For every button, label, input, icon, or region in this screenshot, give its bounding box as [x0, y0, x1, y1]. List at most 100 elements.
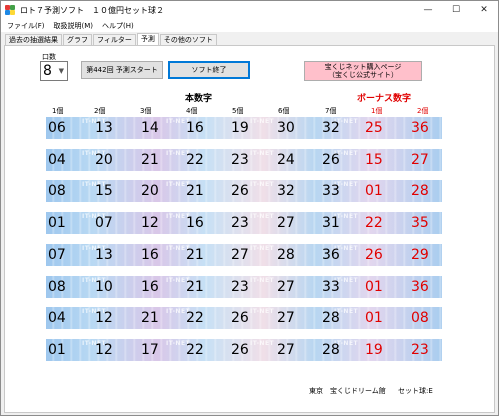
bonus-number: 01 [365, 310, 383, 327]
prediction-row: IT-NET IT-NET IT-NET IT-NET 07 13 16 21 27 28 36 26… [46, 243, 442, 266]
prediction-panel: 口数 8 ▼ 第442回 予測スタート ソフト終了 宝くじネット購入ページ （宝… [4, 45, 495, 413]
watermark: IT-NET [250, 308, 275, 316]
watermark: IT-NET [250, 213, 275, 221]
tab-other-software[interactable]: その他のソフト [159, 34, 217, 45]
main-number: 26 [322, 151, 340, 168]
main-number: 12 [95, 310, 113, 327]
tab-graph[interactable]: グラフ [63, 34, 92, 45]
watermark: IT-NET [250, 181, 275, 189]
bonus-number: 36 [411, 120, 429, 136]
bonus-number: 27 [411, 151, 429, 168]
main-column-label-7: 7個 [325, 107, 337, 115]
tab-strip: 過去の抽選結果 グラフ フィルター 予測 その他のソフト [5, 33, 218, 45]
main-number: 16 [186, 215, 204, 232]
main-number: 10 [95, 278, 113, 295]
prediction-row: IT-NET IT-NET IT-NET IT-NET 08 15 20 21 26 32 33 01… [46, 180, 442, 203]
column-labels: 1個 2個 3個 4個 5個 6個 7個 1個 2個 [5, 106, 496, 116]
main-column-label-6: 6個 [278, 107, 290, 115]
main-number: 27 [277, 278, 295, 295]
menu-help[interactable]: ヘルプ(H) [102, 21, 134, 31]
site-button-line2: （宝くじ公式サイト） [328, 71, 398, 79]
main-number: 04 [48, 151, 66, 168]
tab-prediction[interactable]: 予測 [136, 33, 159, 45]
main-number: 21 [186, 278, 204, 295]
main-number: 21 [141, 151, 159, 168]
bonus-numbers-heading: ボーナス数字 [357, 94, 412, 104]
main-number: 27 [231, 246, 249, 263]
watermark: IT-NET [250, 339, 275, 347]
watermark: IT-NET [250, 276, 275, 284]
main-column-label-2: 2個 [94, 107, 106, 115]
main-number: 23 [231, 215, 249, 232]
main-number: 23 [231, 151, 249, 168]
main-number: 20 [141, 183, 159, 200]
main-number: 21 [141, 310, 159, 327]
bonus-number: 36 [411, 278, 429, 295]
exit-software-button[interactable]: ソフト終了 [168, 61, 250, 79]
bonus-number: 29 [411, 246, 429, 263]
prediction-row: IT-NET IT-NET IT-NET IT-NET 06 13 14 16 19 30 32 25… [46, 117, 442, 139]
main-column-label-4: 4個 [186, 107, 198, 115]
main-number: 32 [322, 120, 340, 136]
minimize-button[interactable]: — [414, 1, 442, 19]
main-number: 07 [95, 215, 113, 232]
main-number: 30 [277, 120, 295, 136]
bonus-column-label-9: 2個 [417, 107, 429, 115]
window-title: ロト７予測ソフト １０億円セット球２ [20, 5, 164, 15]
main-number: 15 [95, 183, 113, 200]
main-number: 07 [48, 246, 66, 263]
main-number: 24 [277, 151, 295, 168]
main-number: 12 [95, 341, 113, 358]
main-number: 01 [48, 215, 66, 232]
bonus-column-label-8: 1個 [371, 107, 383, 115]
main-number: 19 [231, 120, 249, 136]
bonus-number: 15 [365, 151, 383, 168]
main-number: 32 [277, 183, 295, 200]
prediction-row: IT-NET IT-NET IT-NET IT-NET 01 12 17 22 26 27 28 19… [46, 338, 442, 361]
prediction-row: IT-NET IT-NET IT-NET IT-NET 01 07 12 16 23 27 31 22… [46, 212, 442, 235]
draw-location: 東京 宝くじドリーム館 [309, 387, 386, 395]
main-number: 22 [186, 341, 204, 358]
main-number: 26 [231, 341, 249, 358]
main-number: 28 [322, 310, 340, 327]
watermark: IT-NET [250, 244, 275, 252]
bonus-number: 28 [411, 183, 429, 200]
main-number: 08 [48, 183, 66, 200]
main-number: 22 [186, 310, 204, 327]
chevron-down-icon: ▼ [58, 67, 64, 75]
menu-bar: ファイル(F) 取扱説明(M) ヘルプ(H) [1, 19, 498, 32]
bonus-number: 08 [411, 310, 429, 327]
tab-filter[interactable]: フィルター [93, 34, 136, 45]
tab-past-results[interactable]: 過去の抽選結果 [5, 34, 62, 45]
menu-file[interactable]: ファイル(F) [7, 21, 45, 31]
main-numbers-heading: 本数字 [185, 94, 213, 104]
maximize-button[interactable]: ☐ [442, 1, 470, 19]
close-button[interactable]: ✕ [470, 1, 498, 19]
count-value: 8 [43, 63, 52, 79]
main-number: 04 [48, 310, 66, 327]
start-prediction-button[interactable]: 第442回 予測スタート [81, 61, 163, 79]
main-number: 36 [322, 246, 340, 263]
main-number: 13 [95, 246, 113, 263]
bonus-number: 25 [365, 120, 383, 136]
main-number: 27 [277, 341, 295, 358]
main-number: 08 [48, 278, 66, 295]
main-number: 31 [322, 215, 340, 232]
set-ball: セット球:E [398, 387, 433, 395]
main-number: 27 [277, 310, 295, 327]
bonus-number: 26 [365, 246, 383, 263]
main-number: 17 [141, 341, 159, 358]
main-number: 22 [186, 151, 204, 168]
menu-manual[interactable]: 取扱説明(M) [54, 21, 94, 31]
lottery-site-button[interactable]: 宝くじネット購入ページ （宝くじ公式サイト） [304, 61, 422, 81]
main-column-label-5: 5個 [232, 107, 244, 115]
count-select[interactable]: 8 ▼ [40, 61, 68, 81]
watermark: IT-NET [250, 149, 275, 157]
main-column-label-3: 3個 [140, 107, 152, 115]
bonus-number: 35 [411, 215, 429, 232]
main-number: 16 [186, 120, 204, 136]
prediction-grid: IT-NET IT-NET IT-NET IT-NET 06 13 14 16 19 30 32 25… [46, 117, 442, 371]
main-number: 06 [48, 120, 66, 136]
main-number: 33 [322, 183, 340, 200]
main-number: 16 [141, 278, 159, 295]
